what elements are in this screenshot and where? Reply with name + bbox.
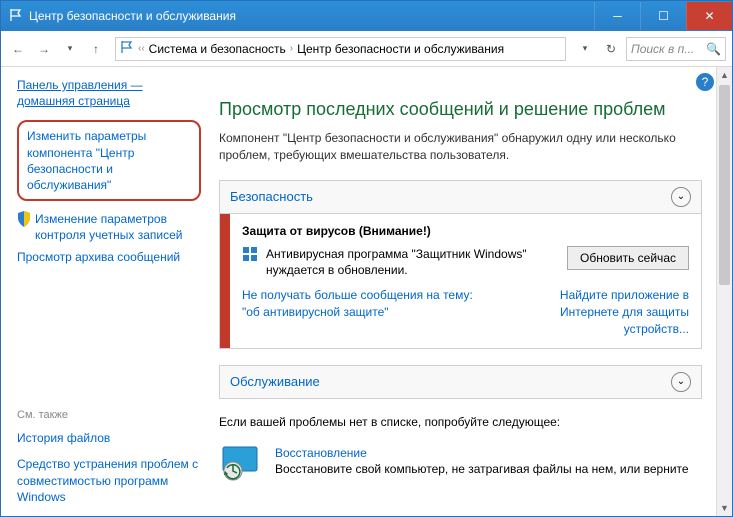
sidebar: Панель управления — домашняя страница Из… (1, 67, 211, 516)
scroll-up-icon[interactable]: ▲ (717, 67, 732, 83)
breadcrumb-current[interactable]: Центр безопасности и обслуживания (297, 42, 504, 56)
recovery-link[interactable]: Восстановление (275, 445, 689, 462)
chevron-down-icon[interactable]: ⌄ (671, 372, 691, 392)
scroll-down-icon[interactable]: ▼ (717, 500, 732, 516)
recent-button[interactable]: ▾ (59, 38, 81, 60)
breadcrumb-root[interactable]: Система и безопасность (149, 42, 286, 56)
notfound-text: Если вашей проблемы нет в списке, попроб… (219, 415, 702, 429)
titlebar: Центр безопасности и обслуживания ─ ☐ ✕ (1, 1, 732, 31)
alert-stripe (220, 214, 230, 348)
recovery-body: Восстановите свой компьютер, не затрагив… (275, 461, 689, 478)
help-icon[interactable]: ? (696, 73, 714, 91)
sidebar-archive[interactable]: Просмотр архива сообщений (17, 249, 201, 265)
recovery-block: Восстановление Восстановите свой компьют… (219, 445, 702, 481)
search-icon: 🔍 (706, 42, 721, 56)
chevron-right-icon: ‹‹ (138, 43, 145, 54)
recovery-icon (219, 445, 263, 481)
search-input[interactable]: Поиск в п... 🔍 (626, 37, 726, 61)
mute-link-line1: Не получать больше сообщения на тему: (242, 288, 473, 302)
page-heading: Просмотр последних сообщений и решение п… (219, 99, 702, 120)
back-button[interactable]: ← (7, 38, 29, 60)
sidebar-home[interactable]: Панель управления — домашняя страница (17, 77, 201, 109)
dropdown-button[interactable]: ▾ (574, 38, 596, 60)
refresh-button[interactable]: ↻ (600, 38, 622, 60)
sidebar-uac[interactable]: Изменение параметров контроля учетных за… (35, 211, 201, 243)
find-app-link[interactable]: Найдите приложение в Интернете для защит… (509, 287, 689, 337)
update-now-button[interactable]: Обновить сейчас (567, 246, 689, 270)
chevron-right-icon: › (290, 43, 293, 54)
toolbar: ← → ▾ ↑ ‹‹ Система и безопасность › Цент… (1, 31, 732, 67)
close-button[interactable]: ✕ (686, 2, 732, 30)
alert-title: Защита от вирусов (Внимание!) (242, 224, 689, 238)
see-also-label: См. также (17, 409, 201, 421)
main-content: ? Просмотр последних сообщений и решение… (211, 67, 732, 516)
window-title: Центр безопасности и обслуживания (29, 9, 594, 23)
security-section-header[interactable]: Безопасность ⌄ (219, 180, 702, 214)
scrollbar[interactable]: ▲ ▼ (716, 67, 732, 516)
maintenance-section-header[interactable]: Обслуживание ⌄ (219, 365, 702, 399)
up-button[interactable]: ↑ (85, 38, 107, 60)
breadcrumb[interactable]: ‹‹ Система и безопасность › Центр безопа… (115, 37, 566, 61)
forward-button[interactable]: → (33, 38, 55, 60)
shield-icon (17, 211, 31, 227)
sidebar-compat[interactable]: Средство устранения проблем с совместимо… (17, 456, 201, 505)
intro-text: Компонент "Центр безопасности и обслужив… (219, 130, 702, 164)
sidebar-change-settings-highlight: Изменить параметры компонента "Центр без… (17, 120, 201, 201)
flag-icon (120, 40, 134, 57)
security-section-body: Защита от вирусов (Внимание!) Антивирусн… (219, 214, 702, 349)
search-placeholder: Поиск в п... (631, 42, 694, 56)
mute-link-line2: "об антивирусной защите" (242, 305, 389, 319)
chevron-down-icon[interactable]: ⌄ (671, 187, 691, 207)
security-label: Безопасность (230, 189, 313, 204)
defender-icon (242, 246, 258, 262)
mute-messages-link[interactable]: Не получать больше сообщения на тему: "о… (242, 287, 473, 321)
sidebar-file-history[interactable]: История файлов (17, 430, 201, 446)
minimize-button[interactable]: ─ (594, 2, 640, 30)
maximize-button[interactable]: ☐ (640, 2, 686, 30)
alert-body: Антивирусная программа "Защитник Windows… (266, 246, 559, 280)
maintenance-label: Обслуживание (230, 374, 320, 389)
sidebar-change-settings[interactable]: Изменить параметры компонента "Центр без… (27, 128, 191, 193)
flag-icon (9, 8, 23, 25)
scroll-thumb[interactable] (719, 85, 730, 285)
